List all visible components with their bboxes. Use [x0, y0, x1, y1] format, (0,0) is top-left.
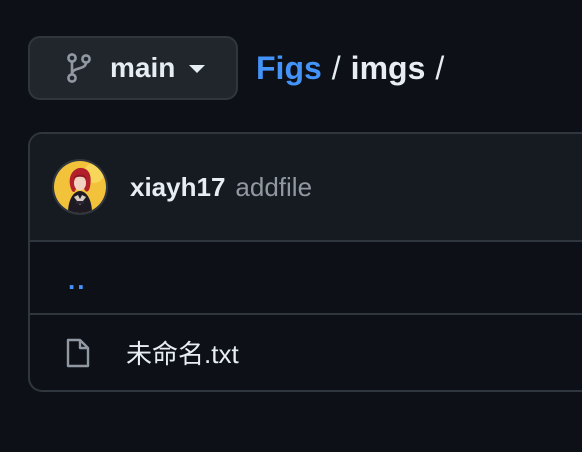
- user-avatar[interactable]: [52, 159, 108, 215]
- chevron-down-icon: [189, 65, 206, 73]
- file-name-link[interactable]: 未命名.txt: [126, 334, 239, 371]
- parent-directory-link[interactable]: ..: [68, 265, 86, 296]
- breadcrumb-trailing-separator: /: [435, 49, 445, 86]
- branch-selector-button[interactable]: main: [28, 36, 238, 100]
- commit-message-link[interactable]: addfile: [235, 172, 312, 203]
- file-icon: [64, 336, 92, 370]
- breadcrumb-current-folder: imgs: [350, 49, 426, 86]
- breadcrumb-repo-link[interactable]: Figs: [256, 50, 322, 87]
- git-branch-icon: [64, 51, 94, 85]
- parent-directory-row[interactable]: ..: [30, 242, 582, 315]
- breadcrumb-separator: /: [331, 49, 341, 86]
- file-row[interactable]: 未命名.txt: [30, 315, 582, 390]
- breadcrumb: Figs / imgs /: [256, 50, 454, 87]
- latest-commit-row: xiayh17 addfile: [30, 134, 582, 242]
- branch-name: main: [110, 52, 176, 83]
- repo-navigation-bar: main Figs / imgs /: [28, 36, 454, 100]
- file-listing: xiayh17 addfile .. 未命名.txt: [28, 132, 582, 392]
- commit-author-link[interactable]: xiayh17: [130, 172, 225, 203]
